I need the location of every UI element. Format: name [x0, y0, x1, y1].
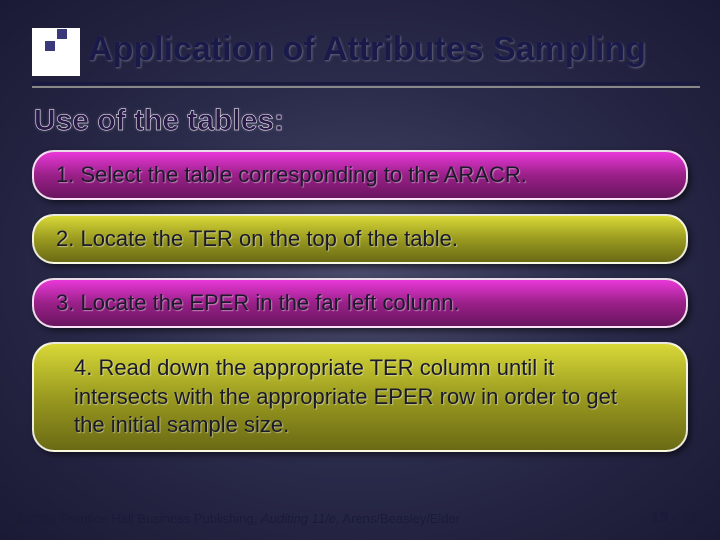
step-4: 4. Read down the appropriate TER column … — [32, 342, 688, 452]
slide-subtitle: Use of the tables: — [34, 104, 284, 138]
copyright-text: ©2006 Prentice Hall Business Publishing, — [18, 511, 261, 526]
page-number: 15 - 39 — [651, 509, 698, 526]
logo-mark — [32, 28, 80, 76]
steps-container: 1. Select the table corresponding to the… — [32, 150, 688, 466]
step-3: 3. Locate the EPER in the far left colum… — [32, 278, 688, 328]
step-1: 1. Select the table corresponding to the… — [32, 150, 688, 200]
footer-copyright: ©2006 Prentice Hall Business Publishing,… — [18, 511, 460, 526]
slide-title: Application of Attributes Sampling — [88, 30, 646, 69]
title-underline — [32, 82, 700, 88]
book-title: Auditing 11/e, — [261, 511, 340, 526]
step-2: 2. Locate the TER on the top of the tabl… — [32, 214, 688, 264]
authors: Arens/Beasley/Elder — [340, 511, 461, 526]
